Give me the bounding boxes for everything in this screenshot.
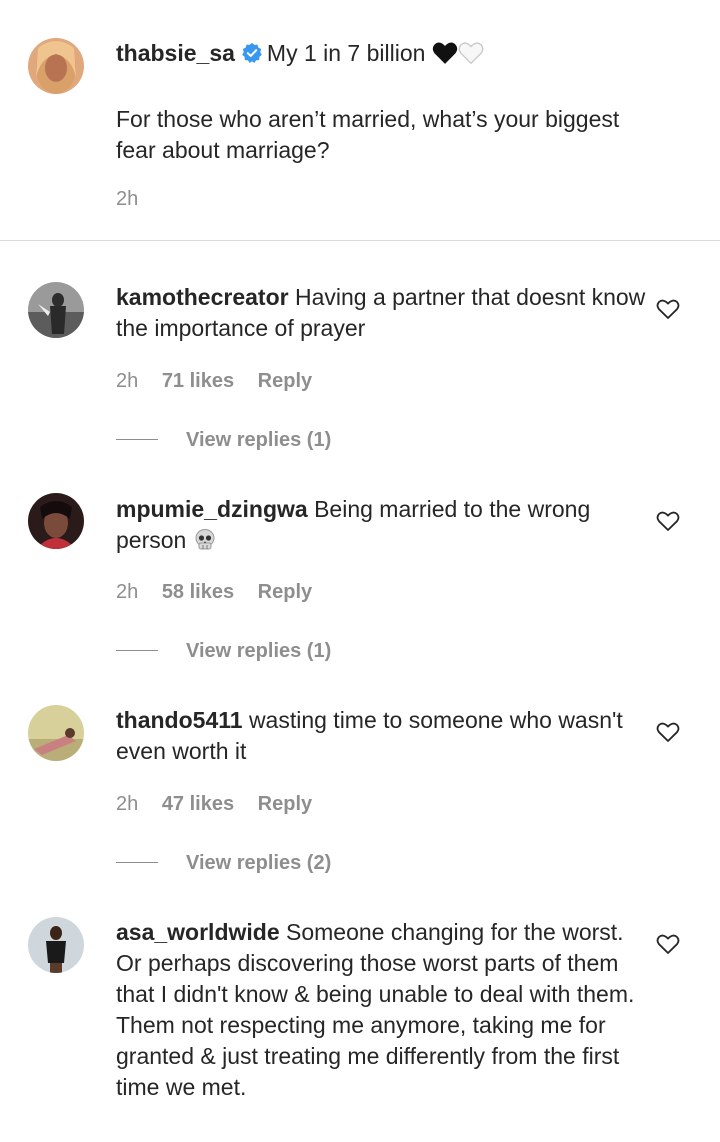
reply-button[interactable]: Reply (258, 581, 312, 603)
comment-meta: 2h 47 likes Reply (116, 793, 330, 816)
caption-time: 2h (116, 188, 156, 211)
replies-divider-line (116, 650, 158, 651)
reply-button[interactable]: Reply (258, 370, 312, 392)
heart-outline-icon[interactable] (656, 721, 680, 743)
caption-username[interactable]: thabsie_sa (116, 40, 235, 66)
comment-meta: 2h 58 likes Reply (116, 581, 330, 604)
caption-bio: My 1 in 7 billion (266, 40, 426, 66)
black-heart-emoji (432, 41, 458, 73)
skull-emoji (193, 528, 217, 560)
comment-likes[interactable]: 47 likes (162, 793, 234, 815)
avatar[interactable] (28, 38, 84, 94)
view-replies-label: View replies (1) (186, 429, 332, 451)
comment-username[interactable]: mpumie_dzingwa (116, 496, 308, 522)
comment-text: kamothecreator Having a partner that doe… (116, 282, 646, 344)
avatar[interactable] (28, 493, 84, 549)
view-replies-button[interactable]: View replies (1) (116, 640, 331, 663)
comment-timestamp: 2h (116, 581, 139, 603)
comment-timestamp: 2h (116, 793, 139, 815)
avatar[interactable] (28, 917, 84, 973)
comment-body: Someone changing for the worst. Or perha… (116, 919, 635, 1100)
reply-button[interactable]: Reply (258, 793, 312, 815)
caption-timestamp: 2h (116, 188, 139, 210)
comment-meta: 2h 71 likes Reply (116, 370, 330, 393)
view-replies-button[interactable]: View replies (2) (116, 852, 331, 875)
heart-outline-icon[interactable] (656, 933, 680, 955)
comment-timestamp: 2h (116, 370, 139, 392)
caption-body: For those who aren’t married, what’s you… (116, 106, 620, 163)
comment-username[interactable]: asa_worldwide (116, 919, 280, 945)
avatar[interactable] (28, 282, 84, 338)
comment-username[interactable]: kamothecreator (116, 284, 289, 310)
caption-divider (0, 240, 720, 241)
verified-badge-icon (241, 41, 263, 63)
comment-likes[interactable]: 71 likes (162, 370, 234, 392)
replies-divider-line (116, 862, 158, 863)
caption-text: thabsie_sa My 1 in 7 billion For those wh… (116, 38, 646, 166)
view-replies-label: View replies (2) (186, 852, 332, 874)
comment-text: mpumie_dzingwa Being married to the wron… (116, 494, 646, 560)
avatar[interactable] (28, 705, 84, 761)
comment-username[interactable]: thando5411 (116, 707, 243, 733)
view-replies-button[interactable]: View replies (1) (116, 429, 331, 452)
comment-text: asa_worldwide Someone changing for the w… (116, 917, 646, 1103)
post-caption: thabsie_sa My 1 in 7 billion For those wh… (0, 0, 720, 240)
white-heart-emoji (458, 41, 484, 73)
replies-divider-line (116, 439, 158, 440)
heart-outline-icon[interactable] (656, 510, 680, 532)
comment-likes[interactable]: 58 likes (162, 581, 234, 603)
view-replies-label: View replies (1) (186, 640, 332, 662)
heart-outline-icon[interactable] (656, 298, 680, 320)
comment-text: thando5411 wasting time to someone who w… (116, 705, 646, 767)
